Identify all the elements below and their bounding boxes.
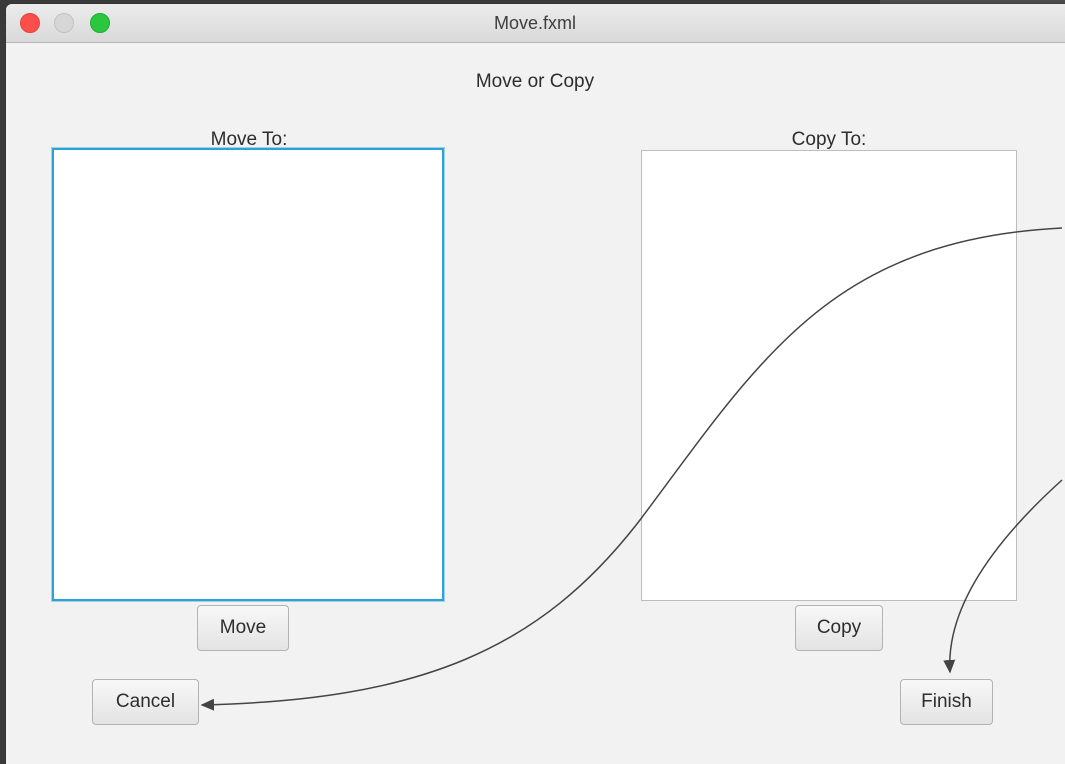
dialog-window: Move.fxml Move or Copy Move To: Copy To:… <box>6 4 1065 764</box>
move-to-list[interactable] <box>52 148 444 601</box>
window-title: Move.fxml <box>493 13 576 33</box>
title-bar: Move.fxml <box>6 4 1065 43</box>
move-button[interactable]: Move <box>197 605 289 651</box>
dialog-heading: Move or Copy <box>475 71 595 92</box>
copy-to-label: Copy To: <box>791 129 867 150</box>
finish-button[interactable]: Finish <box>900 679 993 725</box>
cancel-button[interactable]: Cancel <box>92 679 199 725</box>
copy-button[interactable]: Copy <box>795 605 883 651</box>
copy-to-list[interactable] <box>641 150 1017 601</box>
dialog-content: Move or Copy Move To: Copy To: Move Copy… <box>6 43 1065 764</box>
